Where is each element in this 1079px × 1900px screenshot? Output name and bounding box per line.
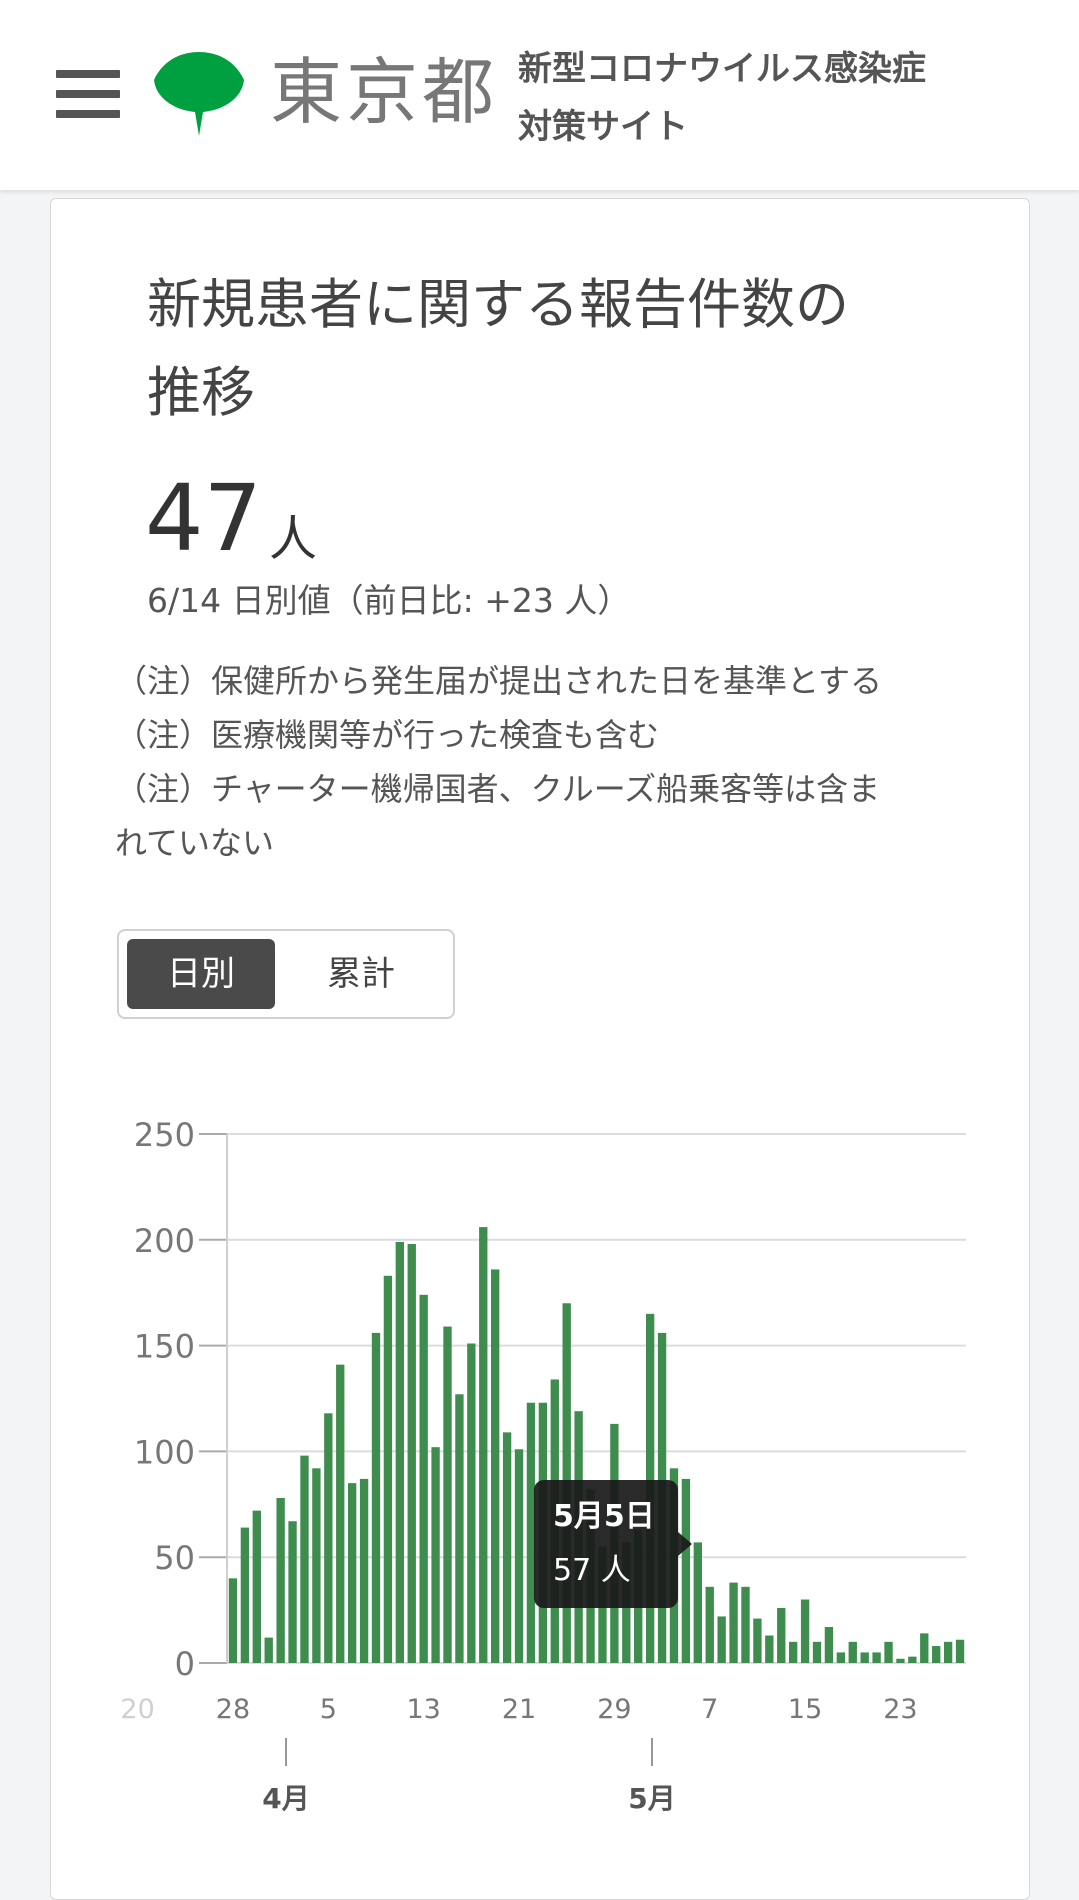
bar[interactable] bbox=[395, 1241, 405, 1663]
bar[interactable] bbox=[705, 1586, 714, 1663]
x-tick-label: 28 bbox=[216, 1694, 250, 1725]
x-tick-label: 29 bbox=[597, 1694, 631, 1725]
y-tick-label: 250 bbox=[134, 1116, 195, 1154]
bar[interactable] bbox=[312, 1468, 321, 1663]
month-label: 4月 bbox=[262, 1782, 309, 1815]
bar[interactable] bbox=[836, 1652, 846, 1663]
bar[interactable] bbox=[717, 1616, 726, 1663]
month-label: 5月 bbox=[628, 1782, 675, 1815]
bar[interactable] bbox=[467, 1343, 476, 1663]
bar[interactable] bbox=[777, 1607, 786, 1663]
bar[interactable] bbox=[502, 1432, 512, 1663]
y-tick-label: 50 bbox=[154, 1539, 195, 1577]
tooltip-value: 57 人 bbox=[553, 1553, 631, 1588]
x-tick-label: 23 bbox=[883, 1694, 917, 1725]
bar[interactable] bbox=[526, 1402, 536, 1663]
bar[interactable] bbox=[240, 1527, 250, 1663]
y-tick-label: 150 bbox=[134, 1328, 195, 1366]
bar[interactable] bbox=[920, 1633, 929, 1663]
bar[interactable] bbox=[872, 1652, 881, 1663]
bar[interactable] bbox=[860, 1652, 869, 1663]
bar[interactable] bbox=[443, 1326, 452, 1663]
bar[interactable] bbox=[288, 1521, 297, 1663]
x-tick-label: 7 bbox=[701, 1694, 718, 1725]
x-tick-label: 21 bbox=[502, 1694, 536, 1725]
bar[interactable] bbox=[681, 1478, 691, 1663]
bar[interactable] bbox=[228, 1578, 238, 1663]
new-cases-bar-chart[interactable]: 250 200 150 100 50 0 20 28 5 13 21 29 7 15 23 4月 5月 5月5日 5… bbox=[0, 0, 1079, 1837]
y-tick-label: 200 bbox=[134, 1222, 195, 1260]
bar[interactable] bbox=[765, 1635, 774, 1663]
bar[interactable] bbox=[741, 1586, 750, 1663]
bar[interactable] bbox=[896, 1658, 905, 1663]
tooltip-date: 5月5日 bbox=[553, 1499, 655, 1534]
bar[interactable] bbox=[693, 1542, 702, 1663]
y-tick-label: 100 bbox=[134, 1433, 195, 1471]
y-tick-label: 0 bbox=[175, 1645, 195, 1683]
bar[interactable] bbox=[824, 1627, 834, 1663]
bar[interactable] bbox=[347, 1483, 357, 1663]
bar[interactable] bbox=[276, 1497, 285, 1663]
bar[interactable] bbox=[359, 1478, 369, 1663]
bar[interactable] bbox=[300, 1455, 309, 1663]
bar[interactable] bbox=[848, 1641, 857, 1663]
bar[interactable] bbox=[371, 1332, 381, 1663]
bar[interactable] bbox=[932, 1646, 941, 1663]
bar[interactable] bbox=[324, 1413, 333, 1663]
bar[interactable] bbox=[264, 1637, 273, 1663]
bar[interactable] bbox=[812, 1641, 822, 1663]
bar[interactable] bbox=[884, 1641, 893, 1663]
bar[interactable] bbox=[753, 1618, 762, 1663]
bar[interactable] bbox=[955, 1639, 965, 1663]
bar[interactable] bbox=[336, 1364, 345, 1663]
bar[interactable] bbox=[491, 1269, 500, 1663]
x-tick-label: 15 bbox=[788, 1694, 822, 1725]
bar[interactable] bbox=[455, 1394, 464, 1663]
bar[interactable] bbox=[788, 1641, 798, 1663]
bar[interactable] bbox=[514, 1449, 524, 1663]
bar[interactable] bbox=[407, 1244, 416, 1663]
bar[interactable] bbox=[252, 1510, 261, 1663]
x-tick-label: 20 bbox=[120, 1694, 154, 1725]
x-tick-label: 13 bbox=[406, 1694, 440, 1725]
bar[interactable] bbox=[383, 1275, 393, 1663]
x-tick-label: 5 bbox=[320, 1694, 337, 1725]
bar[interactable] bbox=[479, 1227, 488, 1663]
bar[interactable] bbox=[729, 1582, 738, 1663]
bar[interactable] bbox=[431, 1447, 440, 1663]
bar[interactable] bbox=[908, 1656, 917, 1663]
bar[interactable] bbox=[943, 1641, 953, 1663]
bar[interactable] bbox=[419, 1294, 428, 1663]
bar[interactable] bbox=[800, 1599, 810, 1663]
